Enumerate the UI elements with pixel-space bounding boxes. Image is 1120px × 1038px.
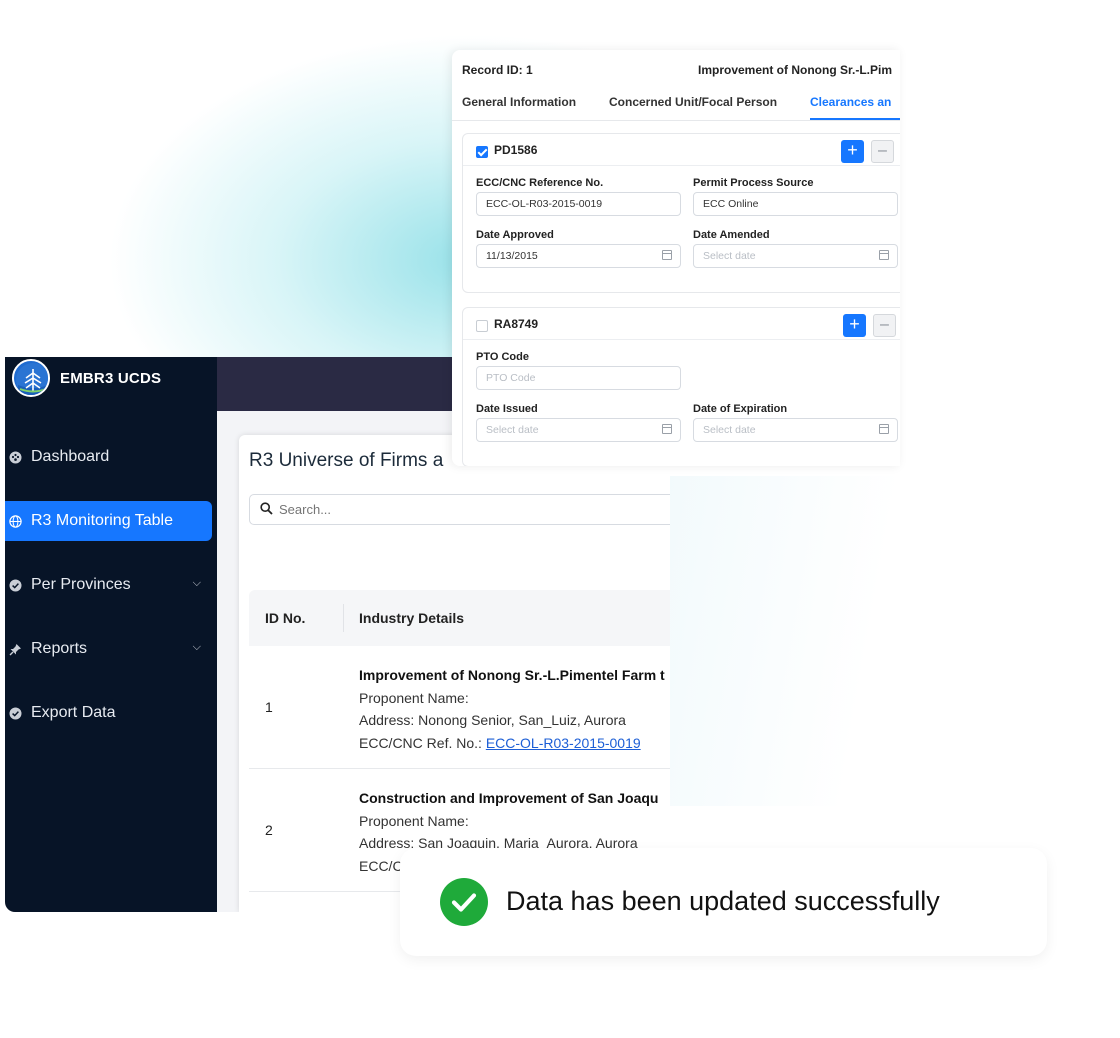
section-pd1586: PD1586 + – ECC/CNC Reference No. ECC-OL-… — [462, 133, 900, 293]
section-ra8749: RA8749 + – PTO Code PTO Code Date Issued… — [462, 307, 900, 466]
sidebar-item-per-provinces[interactable]: Per Provinces ⌵ — [5, 565, 217, 605]
pin-icon — [7, 641, 23, 657]
globe-icon — [7, 513, 23, 529]
sidebar-item-label: Reports — [31, 640, 88, 657]
calendar-icon — [879, 250, 889, 260]
search-input[interactable] — [279, 502, 579, 517]
sidebar-item-label: Export Data — [31, 704, 116, 721]
add-button[interactable]: + — [841, 140, 864, 163]
calendar-icon — [662, 424, 672, 434]
column-header-id[interactable]: ID No. — [249, 604, 344, 632]
tab-general-information[interactable]: General Information — [462, 95, 576, 109]
denr-logo — [12, 359, 50, 397]
check-circle-icon — [440, 878, 488, 926]
field-label: Date of Expiration — [693, 403, 788, 415]
pto-code-input[interactable]: PTO Code — [476, 366, 681, 390]
field-label: ECC/CNC Reference No. — [476, 177, 604, 189]
ecc-ref-link[interactable]: ECC-OL-R03-2015-0019 — [486, 735, 641, 751]
ecc-reference-input[interactable]: ECC-OL-R03-2015-0019 — [476, 192, 681, 216]
section-header: PD1586 + – — [463, 134, 900, 166]
date-amended-input[interactable]: Select date — [693, 244, 898, 268]
pd1586-checkbox[interactable] — [476, 146, 488, 158]
ecc-ref-label: ECC/CNC Ref. No.: — [359, 734, 486, 751]
search-box[interactable] — [249, 494, 670, 525]
permit-source-input[interactable]: ECC Online — [693, 192, 898, 216]
date-placeholder: Select date — [486, 424, 539, 436]
date-approved-input[interactable]: 11/13/2015 — [476, 244, 681, 268]
calendar-icon — [662, 250, 672, 260]
tab-concerned-unit[interactable]: Concerned Unit/Focal Person — [609, 95, 777, 109]
sidebar-nav: Dashboard R3 Monitoring Table Per Provin… — [5, 437, 217, 757]
sidebar: EMBR3 UCDS Dashboard R3 Monitoring Table… — [5, 357, 217, 912]
row-id: 1 — [265, 699, 273, 715]
project-name: Improvement of Nonong Sr.-L.Pimentel Far… — [359, 667, 665, 683]
ra8749-checkbox[interactable] — [476, 320, 488, 332]
tab-clearances[interactable]: Clearances an — [810, 95, 891, 109]
date-issued-input[interactable]: Select date — [476, 418, 681, 442]
detail-tabs: General Information Concerned Unit/Focal… — [452, 87, 900, 121]
record-detail-panel: Record ID: 1 Improvement of Nonong Sr.-L… — [452, 50, 900, 466]
date-expiration-input[interactable]: Select date — [693, 418, 898, 442]
success-toast: Data has been updated successfully — [400, 848, 1047, 956]
field-label: PTO Code — [476, 351, 529, 363]
sidebar-item-label: Per Provinces — [31, 576, 131, 593]
sidebar-item-r3-monitoring-table[interactable]: R3 Monitoring Table — [5, 501, 212, 541]
date-placeholder: Select date — [703, 250, 756, 262]
table-card: R3 Universe of Firms a ID No. Industry D… — [239, 435, 670, 912]
remove-button[interactable]: – — [873, 314, 896, 337]
section-header: RA8749 + – — [463, 308, 900, 340]
column-header-industry[interactable]: Industry Details — [344, 610, 464, 626]
decorative-panel — [670, 476, 900, 806]
table-header: ID No. Industry Details — [249, 590, 670, 646]
chevron-down-icon[interactable]: ⌵ — [193, 641, 201, 654]
proponent-name: Proponent Name: — [359, 689, 469, 706]
remove-button[interactable]: – — [871, 140, 894, 163]
section-title: PD1586 — [494, 143, 538, 157]
calendar-icon — [879, 424, 889, 434]
record-id: Record ID: 1 — [462, 63, 533, 77]
proponent-name: Proponent Name: — [359, 812, 469, 829]
add-button[interactable]: + — [843, 314, 866, 337]
sidebar-item-label: Dashboard — [31, 448, 110, 465]
sidebar-item-label: R3 Monitoring Table — [31, 512, 174, 529]
date-value: 11/13/2015 — [486, 250, 538, 262]
section-title: RA8749 — [494, 317, 539, 331]
field-label: Date Approved — [476, 229, 554, 241]
ecc-ref: ECC/CNC Ref. No.: ECC-OL-R03-2015-0019 — [359, 732, 665, 755]
firms-table: ID No. Industry Details 1 Improvement of… — [249, 590, 670, 892]
sidebar-item-export-data[interactable]: Export Data — [5, 693, 217, 733]
app-name: EMBR3 UCDS — [60, 369, 162, 387]
toast-message: Data has been updated successfully — [506, 886, 940, 916]
dashboard-icon — [7, 449, 23, 465]
record-name: Improvement of Nonong Sr.-L.Pim — [698, 63, 893, 77]
row-id: 2 — [265, 822, 273, 838]
check-circle-icon — [7, 577, 23, 593]
search-icon — [260, 501, 273, 518]
field-label: Date Amended — [693, 229, 770, 241]
date-placeholder: Select date — [703, 424, 756, 436]
project-name: Construction and Improvement of San Joaq… — [359, 790, 659, 806]
page-title: R3 Universe of Firms a — [249, 450, 444, 471]
field-label: Permit Process Source — [693, 177, 814, 189]
sidebar-item-dashboard[interactable]: Dashboard — [5, 437, 217, 477]
check-circle-icon — [7, 705, 23, 721]
active-tab-indicator — [810, 118, 900, 120]
brand[interactable]: EMBR3 UCDS — [12, 357, 161, 399]
chevron-down-icon[interactable]: ⌵ — [193, 577, 201, 590]
industry-details: Improvement of Nonong Sr.-L.Pimentel Far… — [359, 664, 665, 754]
address: Address: Nonong Senior, San_Luiz, Aurora — [359, 712, 626, 728]
field-label: Date Issued — [476, 403, 538, 415]
table-row[interactable]: 1 Improvement of Nonong Sr.-L.Pimentel F… — [249, 646, 670, 769]
sidebar-item-reports[interactable]: Reports ⌵ — [5, 629, 217, 669]
